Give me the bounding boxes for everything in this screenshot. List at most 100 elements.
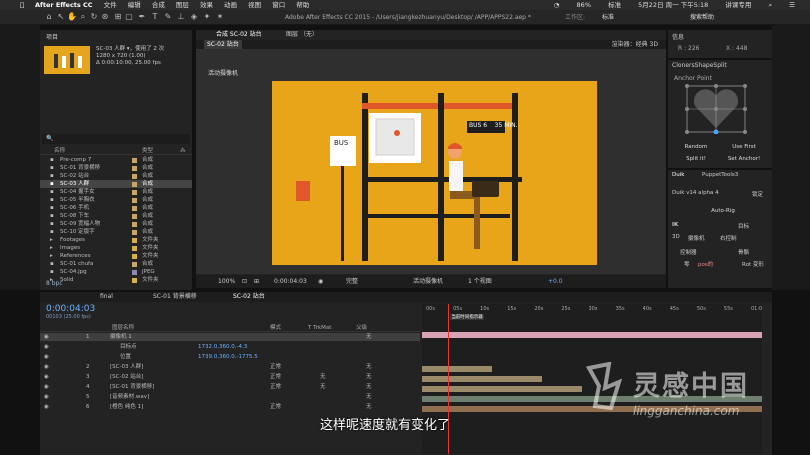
label-color-swatch[interactable] (132, 270, 137, 275)
rot-button[interactable]: Rot 变形 (742, 260, 764, 268)
tab-sc02[interactable]: SC-02 站台 (233, 292, 265, 302)
col-trkmat[interactable]: T TrkMat (308, 324, 331, 332)
tab-puppettools[interactable]: PuppetTools3 (702, 172, 738, 178)
visibility-eye-icon[interactable]: ◉ (44, 373, 49, 381)
label-color-swatch[interactable] (132, 262, 137, 267)
col-type[interactable]: 类型 (142, 147, 153, 155)
bone-button[interactable]: 骨骼 (738, 248, 749, 256)
project-list-item[interactable]: ▪ SC-10 定版字 合成 (40, 228, 192, 236)
tab-final[interactable]: final (100, 292, 113, 302)
list-icon[interactable]: ☰ (789, 1, 795, 9)
workspace-select[interactable]: 标准 (602, 10, 614, 25)
battery-level[interactable]: 86% (577, 1, 591, 9)
timeline-layer-row[interactable]: ◉ 5 [音频素材.wav] 无 (40, 393, 420, 401)
blend-mode-select[interactable]: 正常 (270, 373, 281, 381)
search-icon[interactable]: ⌕ (768, 1, 772, 9)
current-time[interactable]: 0:00:04:03 (274, 275, 307, 288)
mask-tool-icon[interactable]: ▢ (124, 12, 134, 22)
label-color-swatch[interactable] (132, 238, 137, 243)
layer-name[interactable]: [橙色 纯色 1] (110, 403, 143, 411)
tab-duik[interactable]: Duik (672, 172, 684, 178)
timeline-layer-row[interactable]: ◉ 目标点 1732.0,360.0,-4.3 (40, 343, 420, 351)
trackmatte-select[interactable]: 无 (320, 383, 326, 391)
tab-sc01[interactable]: SC-01 背景横移 (153, 292, 197, 302)
comp-breadcrumb[interactable]: SC-02 站台 (204, 40, 242, 49)
project-list-item[interactable]: ▪ Pre-comp 7 合成 (40, 156, 192, 164)
project-list-item[interactable]: ▪ SC-05 半胸衣 合成 (40, 196, 192, 204)
layer-name[interactable]: 位置 (120, 353, 131, 361)
menu-file[interactable]: 文件 (104, 1, 117, 9)
project-tab[interactable]: 项目 (46, 32, 58, 41)
property-value[interactable]: 1732.0,360.0,-4.3 (198, 343, 247, 351)
snapshot-icon[interactable]: ◉ (318, 275, 323, 288)
visibility-eye-icon[interactable]: ◉ (44, 353, 49, 361)
project-list-item[interactable]: ▪ SC-04 握手女 合成 (40, 188, 192, 196)
project-list-item[interactable]: ▸ References 文件夹 (40, 252, 192, 260)
clock[interactable]: 5月22日 周一 下午5:18 (638, 1, 708, 9)
apple-icon[interactable]:  (20, 1, 24, 9)
layer-name[interactable]: [SC-01 背景横移] (110, 383, 154, 391)
views-select[interactable]: 1 个视图 (468, 275, 492, 288)
project-search-input[interactable]: 🔍 (42, 134, 190, 144)
label-color-swatch[interactable] (132, 278, 137, 283)
parent-select[interactable]: 无 (366, 373, 372, 381)
camera-rig-button[interactable]: 摄像机 (688, 234, 705, 242)
col-mode[interactable]: 模式 (270, 324, 281, 332)
visibility-eye-icon[interactable]: ◉ (44, 403, 49, 411)
random-button[interactable]: Random (672, 144, 720, 150)
cloners-tab[interactable]: ClonersShapeSplit (672, 62, 727, 69)
trackmatte-select[interactable]: 无 (320, 373, 326, 381)
resolution-select[interactable]: 完整 (346, 275, 358, 288)
sc03-layer-bar[interactable] (422, 366, 492, 372)
parent-select[interactable]: 无 (366, 333, 372, 341)
label-color-swatch[interactable] (132, 182, 137, 187)
sc01-layer-bar[interactable] (422, 386, 582, 392)
pos-button[interactable]: pos的 (698, 260, 713, 268)
use-first-button[interactable]: Use First (720, 144, 768, 150)
exposure-value[interactable]: +0.0 (548, 275, 563, 288)
right-control-button[interactable]: 右控制 (720, 234, 737, 242)
menu-window[interactable]: 窗口 (272, 1, 285, 9)
bit-depth[interactable]: 8 bpc (46, 280, 63, 287)
col-name[interactable]: 名称 (54, 147, 65, 155)
visibility-eye-icon[interactable]: ◉ (44, 383, 49, 391)
input-method[interactable]: 标准 (608, 1, 621, 9)
blend-mode-select[interactable]: 正常 (270, 363, 281, 371)
project-list-item[interactable]: ▪ SC-08 下车 合成 (40, 212, 192, 220)
visibility-eye-icon[interactable]: ◉ (44, 363, 49, 371)
project-list-item[interactable]: ▪ SC-04.jpg JPEG (40, 268, 192, 276)
project-list-item[interactable]: ▪ SC-01 背景横移 合成 (40, 164, 192, 172)
project-list-item[interactable]: ▸ Solid 文件夹 (40, 276, 192, 284)
project-list-item[interactable]: ▪ SC-03 人群 合成 (40, 180, 192, 188)
home-icon[interactable]: ⌂ (44, 12, 54, 22)
layer-name[interactable]: [SC-02 站台] (110, 373, 143, 381)
grid-icon[interactable]: ⊞ (254, 275, 259, 288)
info-tab[interactable]: 信息 (672, 32, 684, 41)
renderer-label[interactable]: 渲染器：经典 3D (612, 40, 658, 49)
puppet-tool-icon[interactable]: ✶ (215, 12, 225, 22)
label-color-swatch[interactable] (132, 254, 137, 259)
view-select[interactable]: 活动摄像机 (413, 275, 443, 288)
eraser-tool-icon[interactable]: ◈ (189, 12, 199, 22)
label-color-swatch[interactable] (132, 230, 137, 235)
timeline-layer-row[interactable]: ◉ 3 [SC-02 站台] 正常 无 无 (40, 373, 420, 381)
parent-select[interactable]: 无 (366, 383, 372, 391)
project-list-item[interactable]: ▸ Images 文件夹 (40, 244, 192, 252)
parent-select[interactable]: 无 (366, 403, 372, 411)
pan-behind-tool-icon[interactable]: ⊞ (113, 12, 123, 22)
label-color-swatch[interactable] (132, 214, 137, 219)
zero-button[interactable]: 零 (684, 260, 690, 268)
menu-layer[interactable]: 图层 (176, 1, 189, 9)
label-color-swatch[interactable] (132, 166, 137, 171)
project-list-item[interactable]: ▪ SC-09 宽幅人物 合成 (40, 220, 192, 228)
comp-artboard[interactable]: BUS BUS 6 35 MIN. (272, 81, 597, 265)
project-list-item[interactable]: ▪ SC-01 chufa 合成 (40, 260, 192, 268)
blend-mode-select[interactable]: 正常 (270, 403, 281, 411)
clone-tool-icon[interactable]: ⊥ (176, 12, 186, 22)
visibility-eye-icon[interactable]: ◉ (44, 333, 49, 341)
timeline-layer-row[interactable]: ◉ 4 [SC-01 背景横移] 正常 无 无 (40, 383, 420, 391)
camera-tool-icon[interactable]: ⊛ (100, 12, 110, 22)
visibility-eye-icon[interactable]: ◉ (44, 343, 49, 351)
3d-button[interactable]: 3D (672, 234, 680, 240)
brush-tool-icon[interactable]: ✎ (163, 12, 173, 22)
